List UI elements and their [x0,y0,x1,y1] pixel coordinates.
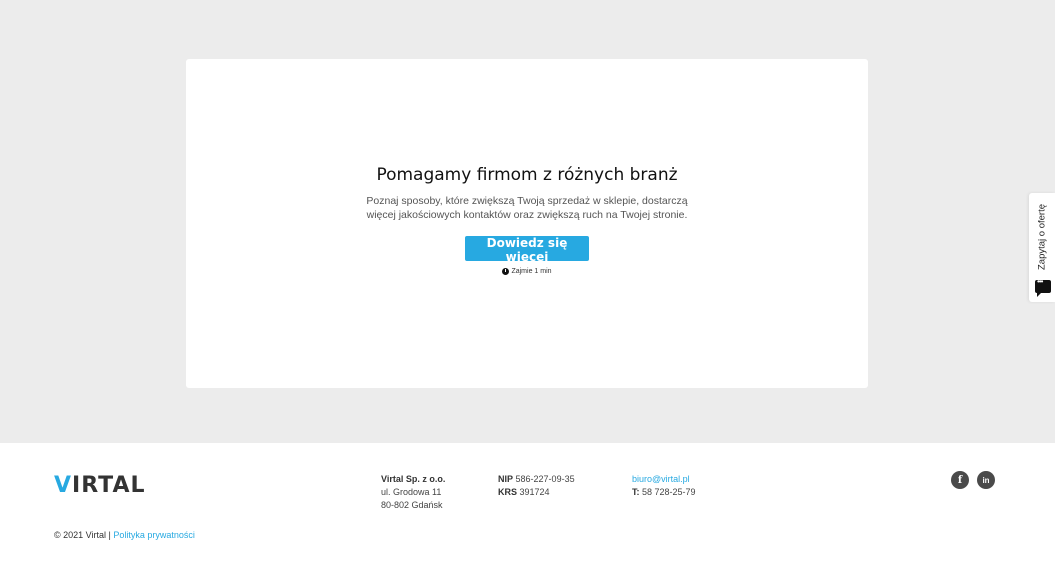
nip-value: 586-227-09-35 [515,474,575,484]
phone-value[interactable]: 58 728-25-79 [642,487,696,497]
krs-label: KRS [498,487,518,497]
ask-for-offer-label: Zapytaj o ofertę [1036,203,1048,271]
time-note-label: Zajmie 1 min [511,268,552,275]
ask-for-offer-tab[interactable]: Zapytaj o ofertę [1029,193,1055,302]
phone-label: T: [632,487,640,497]
clock-icon [502,268,510,275]
email-link[interactable]: biuro@virtal.pl [632,474,690,484]
copyright: © 2021 Virtal | Polityka prywatności [54,530,195,540]
company-city: 80-802 Gdańsk [381,500,443,510]
learn-more-button[interactable]: Dowiedz się więcej [465,236,589,264]
copyright-text: © 2021 Virtal | [54,530,111,540]
company-street: ul. Grodowa 11 [381,487,442,497]
virtal-logo[interactable]: VIRTAL [54,473,146,498]
time-note: Zajmie 1 min [186,268,868,275]
nip-label: NIP [498,474,514,484]
privacy-policy-link[interactable]: Polityka prywatności [113,530,195,540]
main-area: Pomagamy firmom z różnych branż Poznaj s… [0,0,1055,443]
company-name: Virtal Sp. z o.o. [381,474,446,484]
linkedin-icon[interactable]: in [977,471,995,489]
footer: VIRTAL Virtal Sp. z o.o. ul. Grodowa 11 … [0,443,1055,572]
hero-title: Pomagamy firmom z różnych branż [376,165,678,185]
contact-info: biuro@virtal.pl T: 58 728-25-79 [632,473,696,499]
hero-description: Poznaj sposoby, które zwiększą Twoją spr… [366,195,688,221]
facebook-icon[interactable]: f [951,471,969,489]
hero-card: Pomagamy firmom z różnych branż Poznaj s… [186,59,868,388]
company-info: Virtal Sp. z o.o. ul. Grodowa 11 80-802 … [381,473,445,512]
krs-value: 391724 [519,487,550,497]
chat-icon [1035,277,1051,297]
company-ids: NIP 586-227-09-35 KRS 391724 [498,473,575,499]
